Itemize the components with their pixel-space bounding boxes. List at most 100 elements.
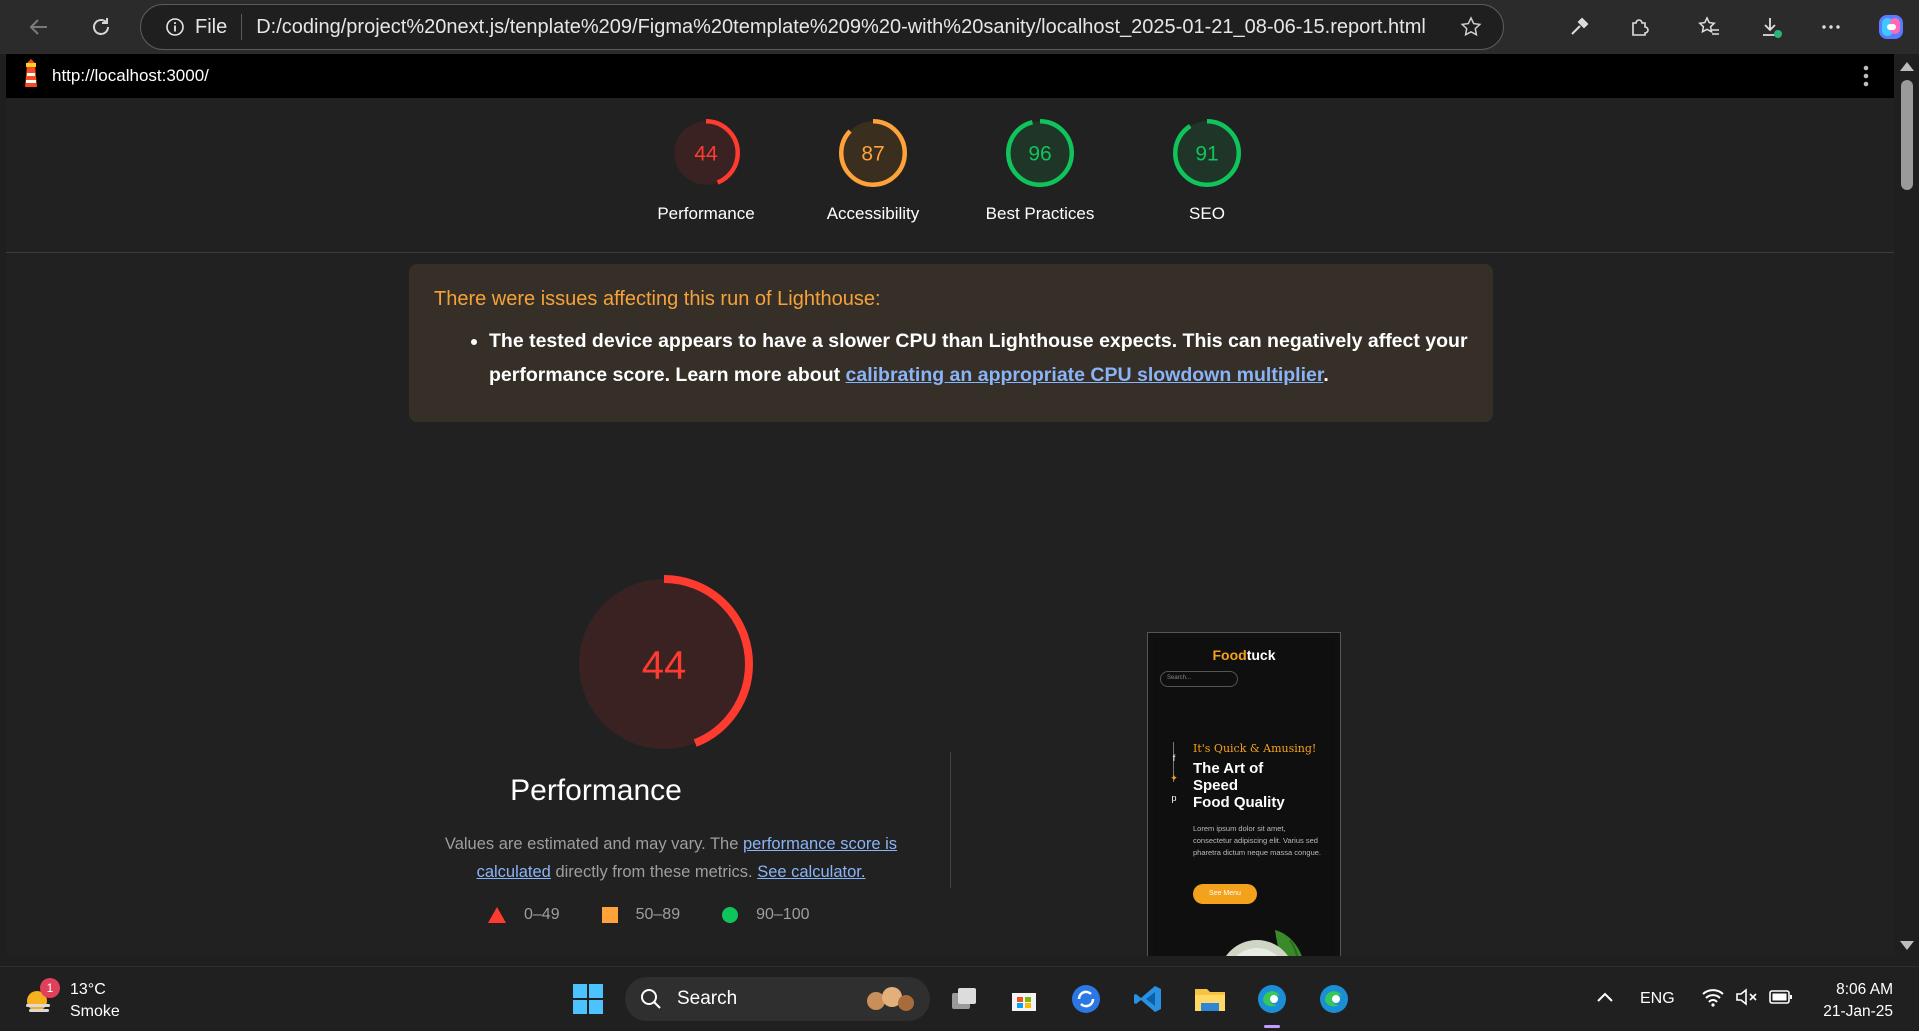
weather-desc: Smoke (70, 1003, 120, 1020)
page-scrollbar[interactable] (1894, 54, 1919, 956)
gauge-label: Best Practices (985, 204, 1095, 223)
edge-browser-icon[interactable] (1314, 979, 1354, 1019)
gauge-label: Performance (657, 204, 755, 223)
score-gauge-accessibility[interactable]: 87 Accessibility (793, 118, 953, 224)
warning-item-end: . (1323, 364, 1329, 386)
downloads-icon[interactable] (1752, 8, 1790, 46)
report-url: http://localhost:3000/ (52, 66, 209, 85)
show-hidden-icons-icon[interactable] (1596, 990, 1614, 1008)
lighthouse-logo-icon (20, 58, 42, 94)
search-highlight-icon (867, 987, 914, 1011)
final-screenshot[interactable]: Foodtuck Search... f ✦ p It's Quick & Am… (1147, 632, 1341, 956)
gauge-ring: 44 (672, 119, 740, 187)
preview-social-icons: f ✦ p (1168, 748, 1180, 808)
weather-temp: 13°C (70, 981, 106, 998)
preview-body: Lorem ipsum dolor sit amet, consectetur … (1193, 824, 1321, 857)
preview-tagline: It's Quick & Amusing! (1193, 742, 1317, 755)
legend-pass: 90–100 (722, 906, 809, 924)
score-summary: 44 Performance 87 Accessibility 96 Best … (6, 98, 1894, 253)
search-icon (641, 989, 661, 1009)
gauge-ring: 91 (1173, 119, 1241, 187)
brand-part-a: Food (1212, 647, 1247, 663)
site-info[interactable]: File (165, 14, 243, 40)
pinterest-icon: p (1171, 793, 1177, 803)
wifi-icon[interactable] (1701, 987, 1725, 1012)
score-gauge-seo[interactable]: 91 SEO (1127, 118, 1287, 224)
back-button[interactable] (16, 4, 62, 50)
weather-text: 13°C Smoke (70, 979, 120, 1023)
browser-toolbar: File D:/coding/project%20next.js/tenplat… (0, 0, 1919, 54)
address-prefix: File (195, 15, 228, 38)
weather-icon: 1 (22, 978, 60, 1018)
favorite-star-icon[interactable] (1459, 15, 1483, 45)
pass-circle-icon (722, 907, 739, 923)
twitter-icon: ✦ (1170, 773, 1178, 783)
score-gauge-best-practices[interactable]: 96 Best Practices (960, 118, 1120, 224)
clock-time: 8:06 AM (1836, 981, 1893, 998)
gauge-score: 91 (1195, 143, 1218, 166)
battery-icon[interactable] (1768, 989, 1793, 1010)
gauge-score: 87 (861, 143, 884, 166)
reload-button[interactable] (78, 4, 124, 50)
legend-range: 50–89 (635, 906, 681, 923)
performance-large-gauge: 44 (575, 575, 753, 753)
see-calculator-link[interactable]: See calculator. (757, 863, 865, 881)
weather-badge: 1 (40, 978, 60, 998)
brand-part-b: tuck (1246, 647, 1276, 663)
file-explorer-icon[interactable] (1190, 979, 1230, 1019)
system-clock[interactable]: 8:06 AM 21-Jan-25 (1823, 979, 1893, 1023)
more-menu-icon[interactable] (1812, 8, 1850, 46)
edge-browser-active-icon[interactable] (1252, 979, 1292, 1019)
score-gauge-performance[interactable]: 44 Performance (626, 118, 786, 224)
legend-range: 90–100 (756, 906, 810, 923)
system-tray: ENG (1596, 967, 1793, 1031)
facebook-icon: f (1172, 753, 1176, 763)
performance-title: Performance (510, 774, 682, 807)
desc-text-mid: directly from these metrics. (550, 863, 758, 881)
sync-app-icon[interactable] (1066, 979, 1106, 1019)
search-label: Search (677, 988, 738, 1009)
scroll-up-arrow-icon[interactable] (1900, 62, 1914, 71)
extensions-icon[interactable] (1620, 8, 1658, 46)
lighthouse-topbar: http://localhost:3000/ (6, 54, 1894, 98)
fail-triangle-icon (488, 907, 506, 923)
report-menu-icon[interactable] (1862, 64, 1870, 93)
gauge-ring: 87 (839, 119, 907, 187)
reload-icon (93, 18, 109, 35)
headline-line: Food Quality (1193, 794, 1285, 811)
scroll-thumb[interactable] (1901, 80, 1913, 190)
store-icon[interactable] (1004, 979, 1044, 1019)
preview-headline: The Art of Speed Food Quality (1193, 760, 1285, 811)
eyedropper-icon[interactable] (1560, 8, 1598, 46)
performance-description: Values are estimated and may vary. The p… (426, 830, 916, 886)
start-windows-icon[interactable] (568, 979, 608, 1019)
legend-average: 50–89 (601, 906, 681, 924)
cpu-slowdown-link[interactable]: calibrating an appropriate CPU slowdown … (846, 364, 1324, 386)
favorites-icon[interactable] (1690, 8, 1728, 46)
desc-text: Values are estimated and may vary. The (444, 835, 743, 853)
screenshot-content: Foodtuck Search... f ✦ p It's Quick & Am… (1153, 638, 1335, 956)
language-indicator[interactable]: ENG (1640, 990, 1675, 1008)
headline-line: Speed (1193, 777, 1239, 794)
copilot-icon[interactable] (1872, 8, 1910, 46)
clock-date: 21-Jan-25 (1823, 1003, 1893, 1020)
gauge-label: SEO (1189, 204, 1225, 223)
task-view-icon[interactable] (944, 979, 984, 1019)
vertical-divider (950, 752, 951, 888)
legend-fail: 0–49 (488, 906, 560, 924)
headline-line: The Art of (1193, 760, 1264, 777)
scroll-down-arrow-icon[interactable] (1900, 941, 1914, 950)
info-icon (166, 18, 184, 36)
volume-muted-icon[interactable] (1735, 987, 1759, 1012)
address-url: D:/coding/project%20next.js/tenplate%209… (256, 15, 1426, 38)
weather-widget[interactable]: 1 13°C Smoke (22, 978, 120, 1023)
gauge-score: 44 (694, 143, 718, 166)
runtime-warning-box: There were issues affecting this run of … (409, 264, 1493, 422)
address-bar[interactable]: File D:/coding/project%20next.js/tenplat… (140, 4, 1504, 50)
average-square-icon (601, 907, 618, 923)
warning-item: The tested device appears to have a slow… (489, 324, 1468, 392)
score-legend: 0–49 50–89 90–100 (488, 906, 851, 924)
vscode-icon[interactable] (1128, 979, 1168, 1019)
windows-taskbar: 1 13°C Smoke Search ENG 8:06 AM 21-Jan-2… (0, 966, 1919, 1030)
taskbar-search[interactable]: Search (625, 977, 930, 1021)
